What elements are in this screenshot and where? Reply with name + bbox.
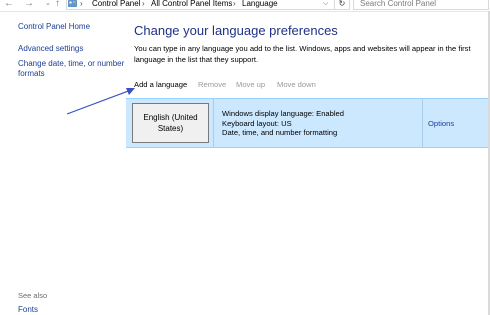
language-details: Windows display language: Enabled Keyboa… bbox=[222, 109, 344, 138]
page-description: You can type in any language you add to … bbox=[134, 44, 471, 64]
address-dropdown-icon[interactable]: ⌵ bbox=[323, 0, 328, 8]
up-arrow-icon[interactable]: ↑ bbox=[55, 0, 60, 9]
divider bbox=[213, 99, 214, 147]
language-list-item[interactable]: English (United States) Windows display … bbox=[126, 98, 490, 148]
back-arrow-icon[interactable]: ← bbox=[4, 0, 14, 9]
move-down-button[interactable]: Move down bbox=[277, 80, 316, 89]
breadcrumb-separator-icon: › bbox=[142, 0, 145, 8]
remove-button[interactable]: Remove bbox=[198, 80, 226, 89]
refresh-button[interactable]: ↻ bbox=[334, 0, 350, 10]
date-time-formats-link[interactable]: Change date, time, or number formats bbox=[18, 59, 126, 79]
recent-dropdown-icon[interactable]: ⌄ bbox=[45, 0, 51, 8]
keyboard-layout: Keyboard layout: US bbox=[222, 118, 292, 128]
forward-arrow-icon[interactable]: → bbox=[24, 0, 34, 9]
display-language-status: Windows display language: Enabled bbox=[222, 109, 345, 118]
advanced-settings-link[interactable]: Advanced settings bbox=[18, 44, 83, 54]
address-bar: ← → ⌄ ↑ › Control Panel › All Control Pa… bbox=[0, 0, 490, 12]
breadcrumb-control-panel[interactable]: Control Panel bbox=[92, 0, 140, 8]
search-input[interactable]: Search Control Panel bbox=[353, 0, 489, 10]
breadcrumb-language[interactable]: Language bbox=[242, 0, 278, 8]
language-name-button[interactable]: English (United States) bbox=[132, 103, 209, 143]
breadcrumb-all-items[interactable]: All Control Panel Items bbox=[151, 0, 232, 8]
language-toolbar: Add a language Remove Move up Move down bbox=[126, 76, 490, 93]
formatting-info: Date, time, and number formatting bbox=[222, 128, 338, 137]
breadcrumb-separator-icon: › bbox=[233, 0, 236, 8]
page-title: Change your language preferences bbox=[134, 23, 338, 38]
search-placeholder: Search Control Panel bbox=[360, 0, 437, 8]
control-panel-home-link[interactable]: Control Panel Home bbox=[18, 22, 90, 32]
add-language-button[interactable]: Add a language bbox=[134, 80, 187, 89]
fonts-link[interactable]: Fonts bbox=[18, 305, 38, 315]
see-also-heading: See also bbox=[18, 291, 48, 300]
breadcrumb[interactable]: › Control Panel › All Control Panel Item… bbox=[66, 0, 336, 10]
move-up-button[interactable]: Move up bbox=[236, 80, 265, 89]
options-link[interactable]: Options bbox=[428, 119, 454, 128]
control-panel-icon bbox=[68, 0, 77, 7]
refresh-icon: ↻ bbox=[338, 0, 346, 8]
breadcrumb-separator-icon: › bbox=[80, 0, 83, 8]
divider bbox=[422, 99, 423, 147]
